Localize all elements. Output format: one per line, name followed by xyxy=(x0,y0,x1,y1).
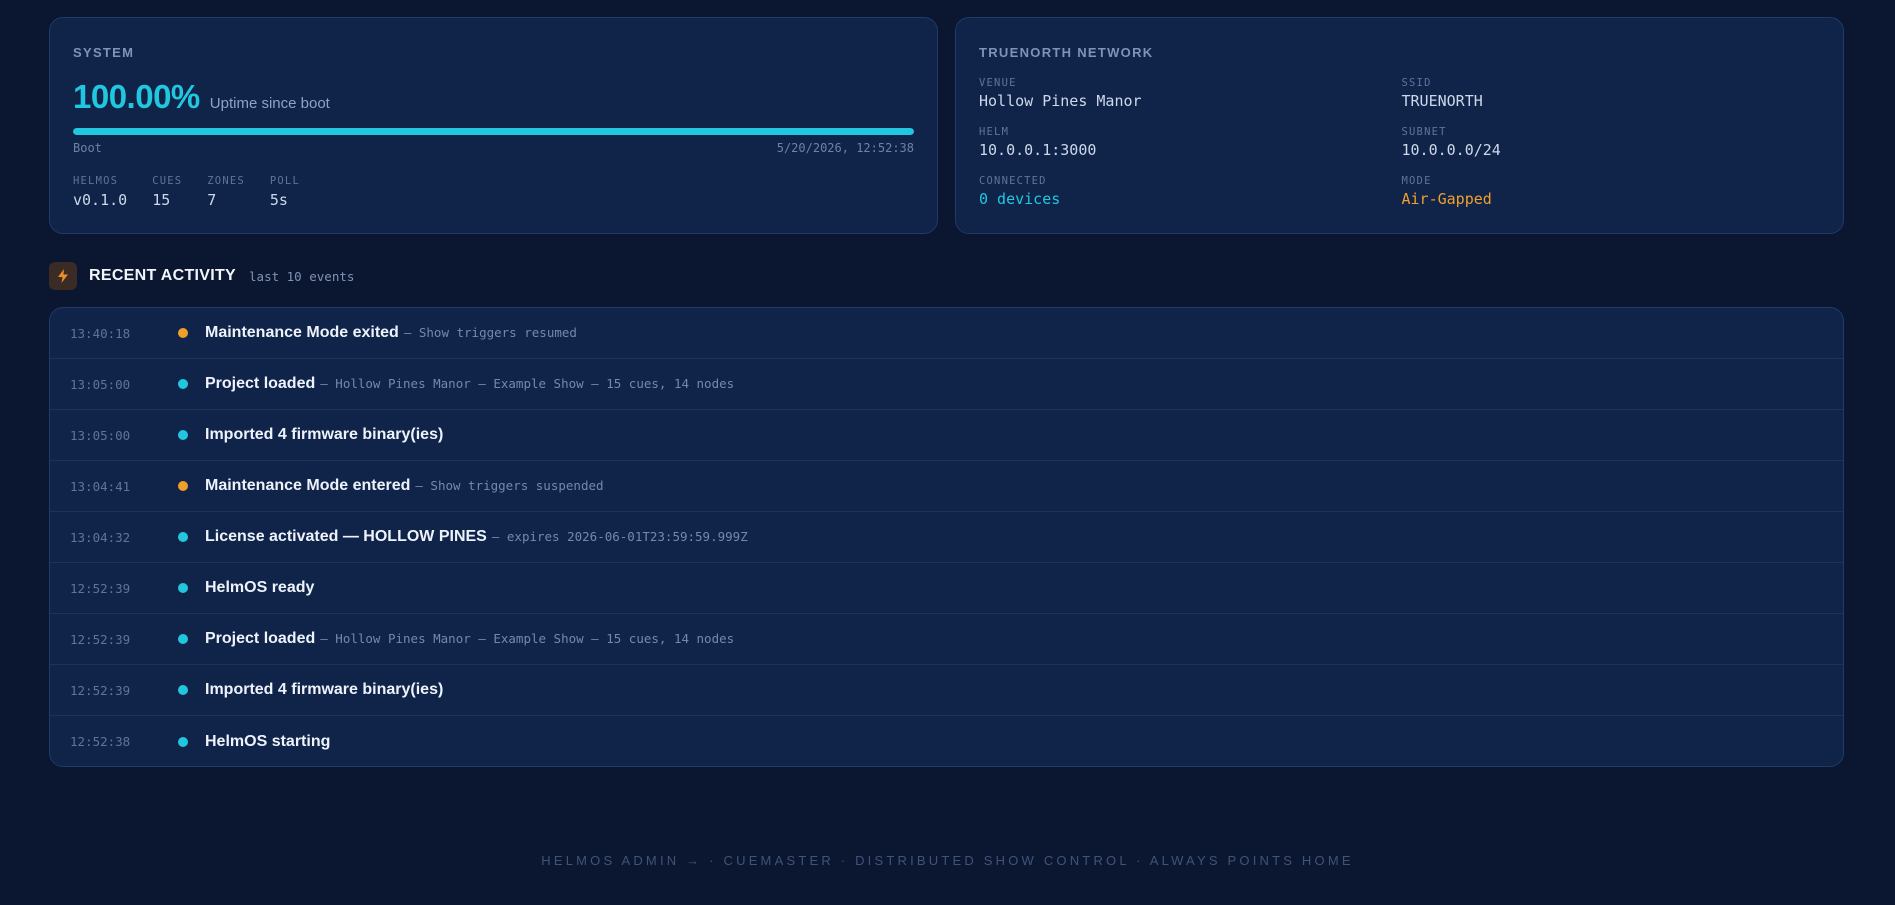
stat-key: POLL xyxy=(269,175,300,187)
event-detail: — Show triggers resumed xyxy=(403,325,577,340)
ssid-key: SSID xyxy=(1401,77,1432,89)
stat-value: 7 xyxy=(207,191,217,209)
stat-key: HELMOS xyxy=(73,175,119,187)
network-card: TRUENORTH NETWORK VENUE Hollow Pines Man… xyxy=(955,17,1844,234)
status-dot xyxy=(178,685,188,695)
helm-value: 10.0.0.1:3000 xyxy=(979,141,1097,159)
event-text: Maintenance Mode exited — Show triggers r… xyxy=(205,324,577,342)
network-helm: HELM 10.0.0.1:3000 xyxy=(979,126,1402,175)
event-text: HelmOS starting xyxy=(205,733,335,751)
status-dot xyxy=(178,430,188,440)
network-card-title: TRUENORTH NETWORK xyxy=(979,45,1154,60)
activity-title: RECENT ACTIVITY xyxy=(89,267,237,284)
network-ssid: SSID TRUENORTH xyxy=(1402,77,1825,126)
stat-key: CUES xyxy=(152,175,183,187)
event-title: Maintenance Mode exited xyxy=(205,324,399,341)
status-dot xyxy=(178,736,188,747)
stat-value: 5s xyxy=(269,191,288,209)
activity-row: 13:05:00 Project loaded — Hollow Pines Man… xyxy=(50,359,1843,410)
event-time: 13:05:00 xyxy=(70,427,131,443)
event-time: 12:52:39 xyxy=(70,580,131,596)
system-card: SYSTEM 100.00% Uptime since boot Boot 5/… xyxy=(49,17,938,234)
event-title: License activated — HOLLOW PINES xyxy=(205,528,487,545)
event-text: Imported 4 firmware binary(ies) xyxy=(205,681,448,699)
uptime-label: Uptime since boot xyxy=(209,95,330,112)
footer: HELMOS ADMIN → · CUEMASTER · DISTRIBUTED… xyxy=(541,853,1354,868)
network-subnet: SUBNET 10.0.0.0/24 xyxy=(1402,126,1825,175)
venue-key: VENUE xyxy=(979,77,1017,89)
event-time: 13:04:41 xyxy=(70,478,131,494)
network-connected: CONNECTED 0 devices xyxy=(979,175,1402,224)
status-dot xyxy=(178,634,188,644)
event-text: HelmOS ready xyxy=(205,579,319,597)
helm-key: HELM xyxy=(979,126,1010,138)
event-time: 13:05:00 xyxy=(70,376,131,392)
system-card-title: SYSTEM xyxy=(73,45,135,60)
event-time: 12:52:39 xyxy=(70,682,131,698)
activity-row: 13:40:18 Maintenance Mode exited — Show tr… xyxy=(50,308,1843,359)
network-info-grid: VENUE Hollow Pines Manor SSID TRUENORTH … xyxy=(979,77,1824,224)
activity-row: 12:52:39 Project loaded — Hollow Pines Man… xyxy=(50,614,1843,665)
stat-key: ZONES xyxy=(207,175,245,187)
uptime-value: 100.00% xyxy=(73,78,200,115)
activity-header: RECENT ACTIVITY last 10 events xyxy=(49,262,354,290)
connected-key: CONNECTED xyxy=(979,175,1047,187)
ssid-value: TRUENORTH xyxy=(1401,92,1483,110)
event-title: Imported 4 firmware binary(ies) xyxy=(205,681,444,698)
activity-row: 12:52:38 HelmOS starting xyxy=(50,716,1843,766)
status-dot xyxy=(178,481,188,491)
stat-value: v0.1.0 xyxy=(73,191,128,209)
system-stats: HELMOS v0.1.0 CUES 15 ZONES 7 POLL 5s xyxy=(73,175,325,209)
activity-row: 13:05:00 Imported 4 firmware binary(ies) xyxy=(50,410,1843,461)
event-title: Project loaded xyxy=(205,630,316,647)
event-title: Imported 4 firmware binary(ies) xyxy=(205,426,444,443)
mode-key: MODE xyxy=(1401,175,1432,187)
event-title: Project loaded xyxy=(205,375,316,392)
event-text: Project loaded — Hollow Pines Manor — Exa… xyxy=(205,630,734,648)
network-mode: MODE Air-Gapped xyxy=(1402,175,1825,224)
uptime-progress-bar xyxy=(73,128,914,135)
uptime: 100.00% Uptime since boot xyxy=(73,78,330,116)
activity-row: 13:04:41 Maintenance Mode entered — Show t… xyxy=(50,461,1843,512)
event-time: 12:52:39 xyxy=(70,631,131,647)
event-text: Project loaded — Hollow Pines Manor — Exa… xyxy=(205,375,734,393)
event-detail: — expires 2026-06-01T23:59:59.999Z xyxy=(491,529,748,544)
event-time: 12:52:38 xyxy=(70,734,131,749)
stat-zones: ZONES 7 xyxy=(207,175,245,209)
activity-subtitle: last 10 events xyxy=(249,268,355,284)
event-detail: — Hollow Pines Manor — Example Show — 15… xyxy=(320,631,735,646)
activity-list: 13:40:18 Maintenance Mode exited — Show tr… xyxy=(49,307,1844,767)
activity-row: 13:04:32 License activated — HOLLOW PINES… xyxy=(50,512,1843,563)
stat-poll: POLL 5s xyxy=(270,175,300,209)
event-text: Maintenance Mode entered — Show triggers … xyxy=(205,477,604,495)
connected-value: 0 devices xyxy=(979,190,1061,208)
stat-cues: CUES 15 xyxy=(152,175,182,209)
subnet-key: SUBNET xyxy=(1401,126,1447,138)
bolt-icon xyxy=(49,262,77,290)
mode-value: Air-Gapped xyxy=(1401,190,1492,208)
stat-helmos: HELMOS v0.1.0 xyxy=(73,175,127,209)
event-detail: — Show triggers suspended xyxy=(415,478,604,493)
status-dot xyxy=(178,583,188,593)
activity-row: 12:52:39 Imported 4 firmware binary(ies) xyxy=(50,665,1843,716)
status-dot xyxy=(178,328,188,338)
event-detail: — Hollow Pines Manor — Example Show — 15… xyxy=(320,376,735,391)
event-text: Imported 4 firmware binary(ies) xyxy=(205,426,448,444)
event-time: 13:04:32 xyxy=(70,529,131,545)
event-title: Maintenance Mode entered xyxy=(205,477,411,494)
event-time: 13:40:18 xyxy=(70,325,131,341)
venue-value: Hollow Pines Manor xyxy=(979,92,1142,110)
status-dot xyxy=(178,532,188,542)
status-dot xyxy=(178,379,188,389)
event-title: HelmOS ready xyxy=(205,579,315,596)
stat-value: 15 xyxy=(152,191,171,209)
activity-row: 12:52:39 HelmOS ready xyxy=(50,563,1843,614)
subnet-value: 10.0.0.0/24 xyxy=(1401,141,1501,159)
boot-label: Boot xyxy=(73,141,102,155)
uptime-progress-fill xyxy=(73,128,914,135)
network-venue: VENUE Hollow Pines Manor xyxy=(979,77,1402,126)
event-title: HelmOS starting xyxy=(205,732,331,750)
boot-time: 5/20/2026, 12:52:38 xyxy=(776,141,914,155)
event-text: License activated — HOLLOW PINES — expire… xyxy=(205,528,748,546)
